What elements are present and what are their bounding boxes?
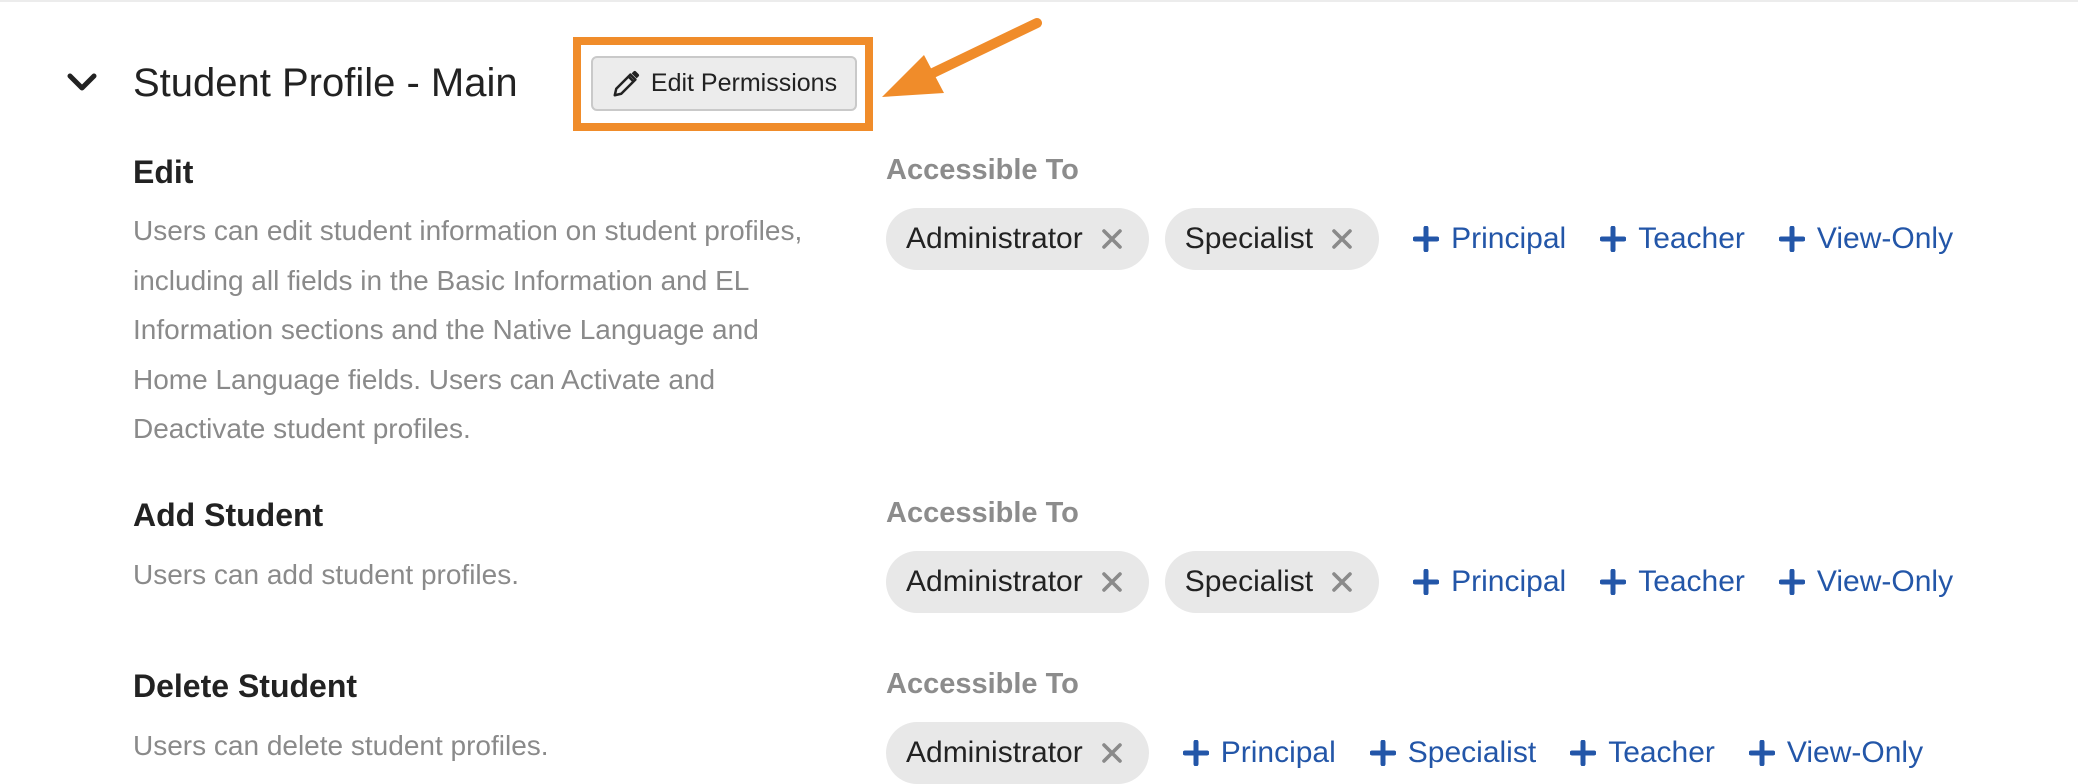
plus-icon [1778,226,1817,252]
granted-role-chip: Administrator [886,208,1149,270]
add-role-link[interactable]: Teacher [1600,565,1745,599]
add-role-label: View-Only [1816,565,1954,598]
role-chip-label: Administrator [906,565,1083,598]
edit-permissions-label: Edit Permissions [650,69,838,97]
add-role-link[interactable]: Specialist [1369,736,1537,770]
plus-icon [1600,569,1638,595]
add-role-label: Principal [1451,565,1567,598]
remove-role-icon[interactable] [1101,571,1123,593]
add-role-link[interactable]: View-Only [1778,565,1954,599]
add-role-link[interactable]: View-Only [1778,222,1954,256]
collapse-chevron-icon[interactable] [64,68,100,98]
section-title: Student Profile - Main [133,61,518,105]
edit-permissions-button[interactable]: Edit Permissions [591,56,857,111]
add-role-link[interactable]: Principal [1182,736,1336,770]
plus-icon [1600,226,1638,252]
role-chip-label: Administrator [906,736,1083,769]
add-role-label: Teacher [1608,736,1715,769]
role-list-delete-student: Administrator Principal Specialist Teacher V… [886,722,1939,784]
remove-role-icon[interactable] [1331,571,1353,593]
remove-role-icon[interactable] [1331,228,1353,250]
granted-role-chip: Specialist [1164,208,1380,270]
add-role-label: Teacher [1638,222,1745,255]
plus-icon [1748,740,1787,766]
add-role-label: View-Only [1816,222,1954,255]
accessible-to-label: Accessible To [886,497,1079,529]
permission-title-add-student: Add Student [133,497,324,533]
accessible-to-label: Accessible To [886,668,1079,700]
granted-role-chip: Administrator [886,722,1149,784]
add-role-label: Principal [1451,222,1567,255]
plus-icon [1182,740,1221,766]
plus-icon [1570,740,1608,766]
permission-description-edit: Users can edit student information on st… [133,215,803,444]
role-chip-label: Administrator [906,222,1083,255]
plus-icon [1413,226,1451,252]
add-role-label: Specialist [1407,736,1537,769]
plus-icon [1369,740,1408,766]
add-role-link[interactable]: View-Only [1748,736,1924,770]
plus-icon [1778,569,1817,595]
role-chip-label: Specialist [1184,565,1314,598]
add-role-label: Teacher [1638,565,1745,598]
role-list-add-student: Administrator Specialist Principal Teacher V… [886,551,1969,613]
granted-role-chip: Administrator [886,551,1149,613]
accessible-to-label: Accessible To [886,154,1079,186]
add-role-label: View-Only [1786,736,1924,769]
role-chip-label: Specialist [1184,222,1314,255]
add-role-link[interactable]: Teacher [1570,736,1715,770]
permission-title-edit: Edit [133,154,194,190]
add-role-link[interactable]: Principal [1413,565,1566,599]
role-list-edit: Administrator Specialist Principal Teacher V… [886,208,1969,270]
permission-title-delete-student: Delete Student [133,668,358,704]
plus-icon [1413,569,1451,595]
annotation-arrow-icon [882,18,1042,97]
add-role-link[interactable]: Principal [1413,222,1566,256]
granted-role-chip: Specialist [1164,551,1380,613]
permission-description-delete-student: Users can delete student profiles. [133,730,549,761]
permission-description-add-student: Users can add student profiles. [133,559,519,590]
remove-role-icon[interactable] [1101,742,1123,764]
add-role-label: Principal [1220,736,1336,769]
top-divider [0,0,2078,2]
remove-role-icon[interactable] [1101,228,1123,250]
add-role-link[interactable]: Teacher [1600,222,1745,256]
pencil-icon [613,70,640,96]
